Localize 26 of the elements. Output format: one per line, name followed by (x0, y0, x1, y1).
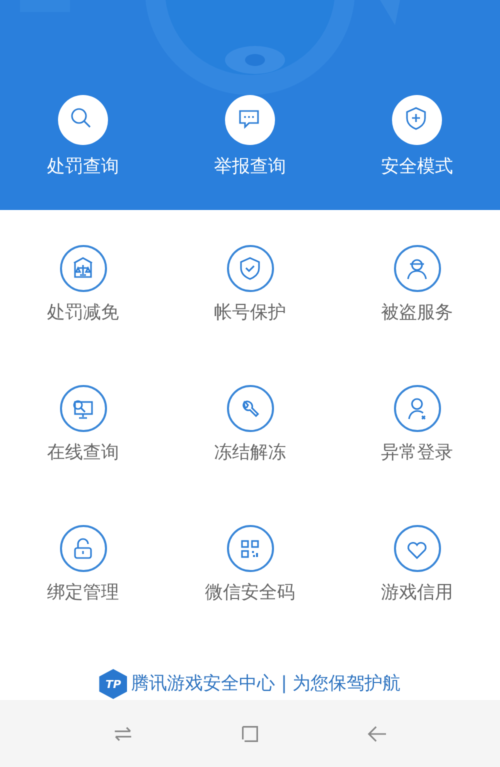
service-button[interactable] (226, 525, 274, 572)
service-button[interactable] (226, 385, 274, 432)
service-button[interactable] (394, 385, 440, 432)
action-label[interactable]: 举报查询 (214, 155, 286, 179)
service-label[interactable]: 绑定管理 (47, 581, 119, 605)
logo-icon: TP (99, 669, 128, 699)
service-label[interactable]: 处罚减免 (47, 301, 119, 325)
action-label[interactable]: 安全模式 (381, 155, 453, 179)
service-label[interactable]: 微信安全码 (205, 581, 295, 605)
square-icon[interactable] (240, 724, 260, 742)
service-label[interactable]: 帐号保护 (214, 301, 286, 325)
service-button[interactable] (394, 245, 440, 292)
action-label[interactable]: 处罚查询 (47, 155, 119, 179)
service-button[interactable] (60, 245, 106, 292)
service-button[interactable] (394, 525, 440, 572)
back-icon[interactable] (366, 724, 387, 742)
service-label[interactable]: 冻结解冻 (214, 441, 286, 465)
service-label[interactable]: 被盗服务 (381, 301, 453, 325)
service-label[interactable]: 在线查询 (47, 441, 119, 465)
service-label[interactable]: 游戏信用 (381, 581, 453, 605)
service-button[interactable] (60, 385, 106, 432)
slogan-text: 腾讯游戏安全中心 | 为您保驾护航 (131, 672, 401, 696)
service-button[interactable] (60, 525, 106, 572)
service-label[interactable]: 异常登录 (381, 441, 453, 465)
switch-icon[interactable] (113, 724, 134, 742)
service-button[interactable] (226, 245, 274, 292)
